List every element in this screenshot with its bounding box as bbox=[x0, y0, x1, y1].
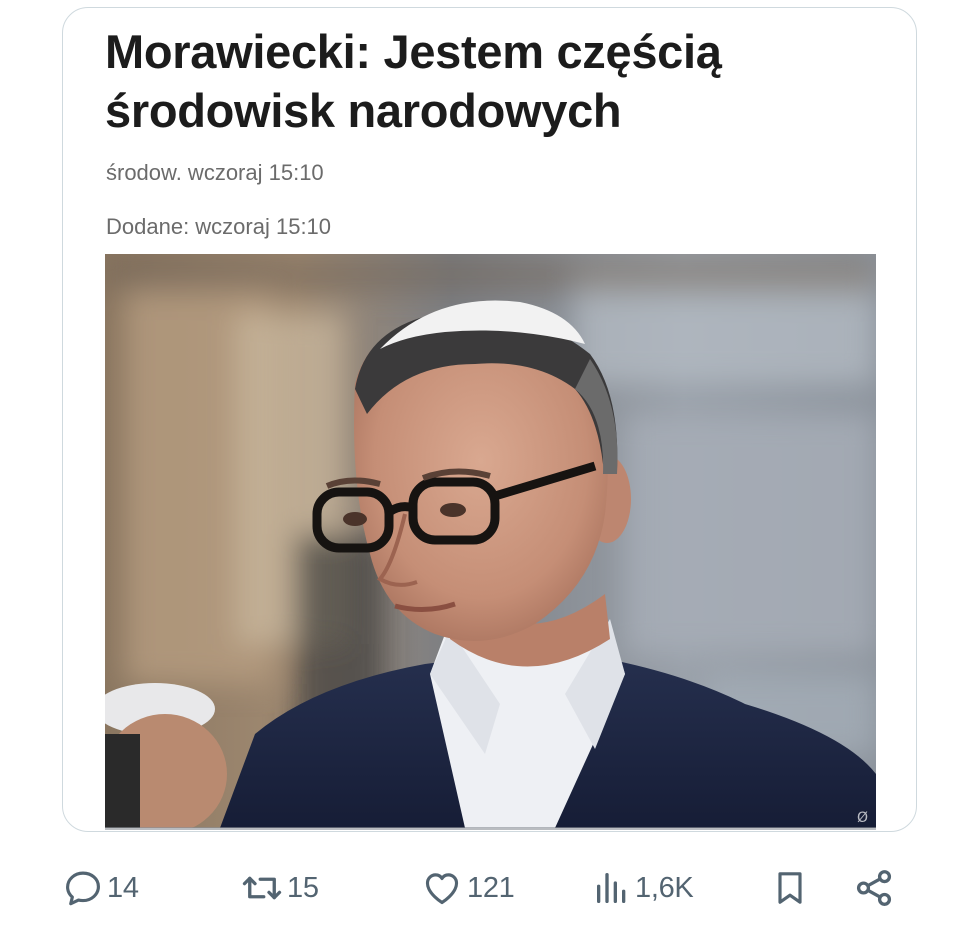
repost-icon bbox=[242, 876, 282, 900]
heart-icon bbox=[425, 873, 459, 905]
views-button[interactable]: 1,6K bbox=[592, 862, 694, 914]
repost-button[interactable]: 15 bbox=[240, 862, 319, 914]
reply-button[interactable]: 14 bbox=[62, 862, 139, 914]
article-headline: Morawiecki: Jestem częścią środowisk nar… bbox=[105, 22, 885, 140]
article-source-time: środow. wczoraj 15:10 bbox=[106, 160, 324, 185]
headline-line-1: Morawiecki: Jestem częścią bbox=[105, 25, 722, 78]
article-photo-image: Ø bbox=[105, 254, 876, 828]
bookmark-icon bbox=[778, 872, 802, 904]
views-icon bbox=[597, 873, 626, 903]
svg-text:Ø: Ø bbox=[857, 810, 868, 826]
article-photo[interactable]: Ø bbox=[105, 254, 876, 828]
views-count: 1,6K bbox=[635, 871, 694, 904]
like-button[interactable]: 121 bbox=[420, 862, 515, 914]
article-added-time: Dodane: wczoraj 15:10 bbox=[106, 214, 332, 239]
photo-bottom-rule bbox=[105, 827, 876, 830]
like-count: 121 bbox=[467, 871, 515, 904]
tweet-action-bar: 14 15 121 1,6K bbox=[0, 862, 953, 914]
reply-count: 14 bbox=[107, 871, 139, 904]
reply-icon bbox=[66, 871, 100, 906]
share-button[interactable] bbox=[852, 862, 896, 914]
embedded-article-card[interactable]: Morawiecki: Jestem częścią środowisk nar… bbox=[62, 7, 917, 832]
repost-count: 15 bbox=[287, 871, 319, 904]
share-icon bbox=[856, 870, 892, 906]
headline-line-2: środowisk narodowych bbox=[105, 84, 622, 137]
bookmark-button[interactable] bbox=[770, 862, 810, 914]
